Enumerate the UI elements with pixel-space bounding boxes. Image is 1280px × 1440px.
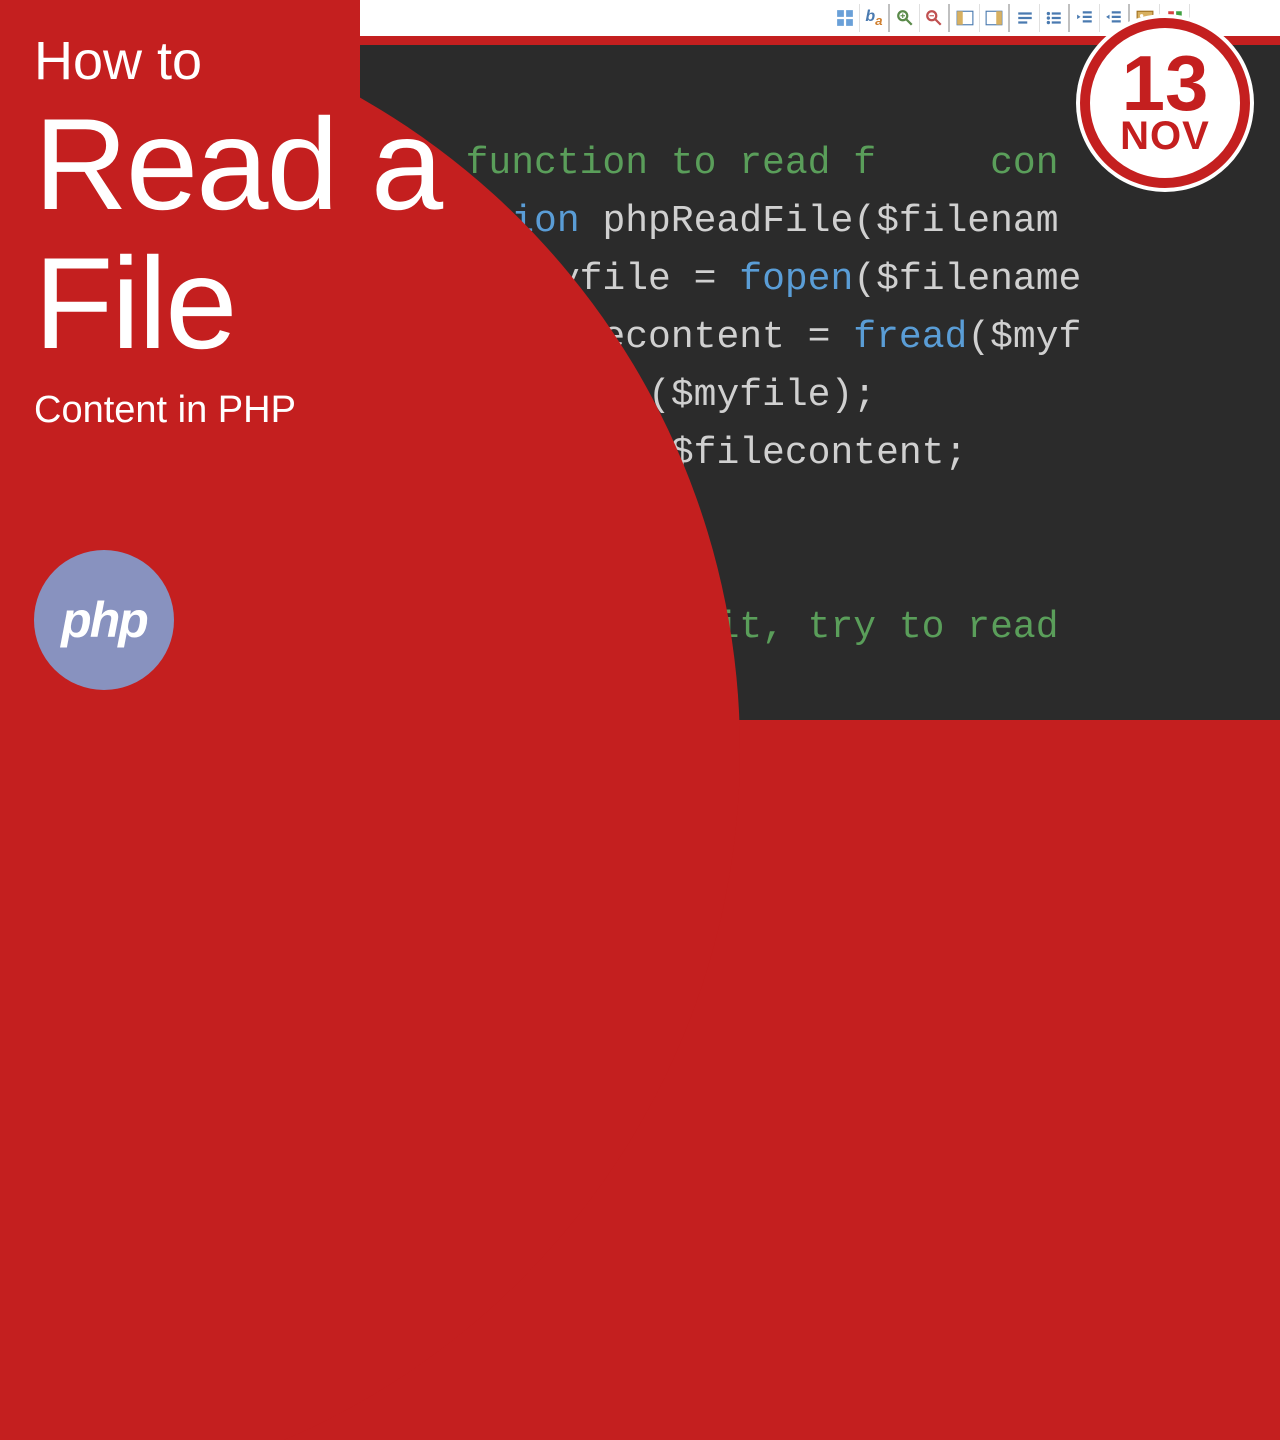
title-howto: How to [34,30,441,92]
date-badge: 13 NOV [1080,18,1250,188]
title-block: How to Read a File Content in PHP [34,30,441,432]
title-sub: Content in PHP [34,389,441,432]
panel-left-icon[interactable] [950,4,980,32]
php-logo: php [34,550,174,690]
title-main-1: Read a [34,98,441,231]
panel-right-icon[interactable] [980,4,1010,32]
zoom-out-icon[interactable] [920,4,950,32]
indent-left-icon[interactable] [1070,4,1100,32]
zoom-in-icon[interactable] [890,4,920,32]
grid-icon[interactable] [830,4,860,32]
php-logo-text: php [61,591,147,649]
text-style-icon[interactable]: ba [860,4,890,32]
date-day: 13 [1122,50,1209,116]
title-main-2: File [34,237,441,370]
list-icon[interactable] [1040,4,1070,32]
date-month: NOV [1120,116,1210,156]
wrap-icon[interactable] [1010,4,1040,32]
